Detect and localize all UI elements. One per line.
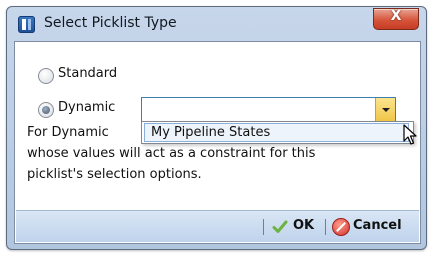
dialog-content: Standard Dynamic For Dynamic whose value… (14, 41, 421, 244)
combo-dropdown-list: My Pipeline States (141, 121, 414, 144)
description-line-3: picklist's selection options. (27, 167, 202, 182)
standard-label[interactable]: Standard (58, 66, 117, 81)
button-bar: OK Cancel (16, 210, 419, 242)
dynamic-label[interactable]: Dynamic (58, 100, 115, 115)
close-icon: X (390, 8, 402, 24)
description-line-2: whose values will act as a constraint fo… (27, 146, 316, 161)
ok-button[interactable]: OK (293, 218, 314, 233)
picklist-combo[interactable] (141, 97, 396, 123)
separator (325, 219, 326, 235)
separator (263, 219, 264, 235)
cancel-icon (332, 218, 350, 236)
combo-dropdown-button[interactable] (375, 98, 395, 122)
chevron-down-icon (382, 108, 390, 112)
dropdown-item-my-pipeline-states[interactable]: My Pipeline States (144, 123, 409, 142)
select-picklist-type-dialog: Select Picklist Type X Standard Dynamic … (6, 6, 427, 250)
dynamic-radio[interactable] (38, 102, 54, 118)
dialog-title: Select Picklist Type (44, 15, 177, 31)
close-button[interactable]: X (373, 8, 419, 30)
app-icon (18, 16, 35, 33)
title-bar[interactable]: Select Picklist Type X (7, 7, 426, 41)
mouse-cursor-icon (403, 124, 417, 145)
checkmark-icon (272, 220, 288, 233)
standard-radio[interactable] (38, 68, 54, 84)
cancel-button[interactable]: Cancel (353, 218, 402, 233)
